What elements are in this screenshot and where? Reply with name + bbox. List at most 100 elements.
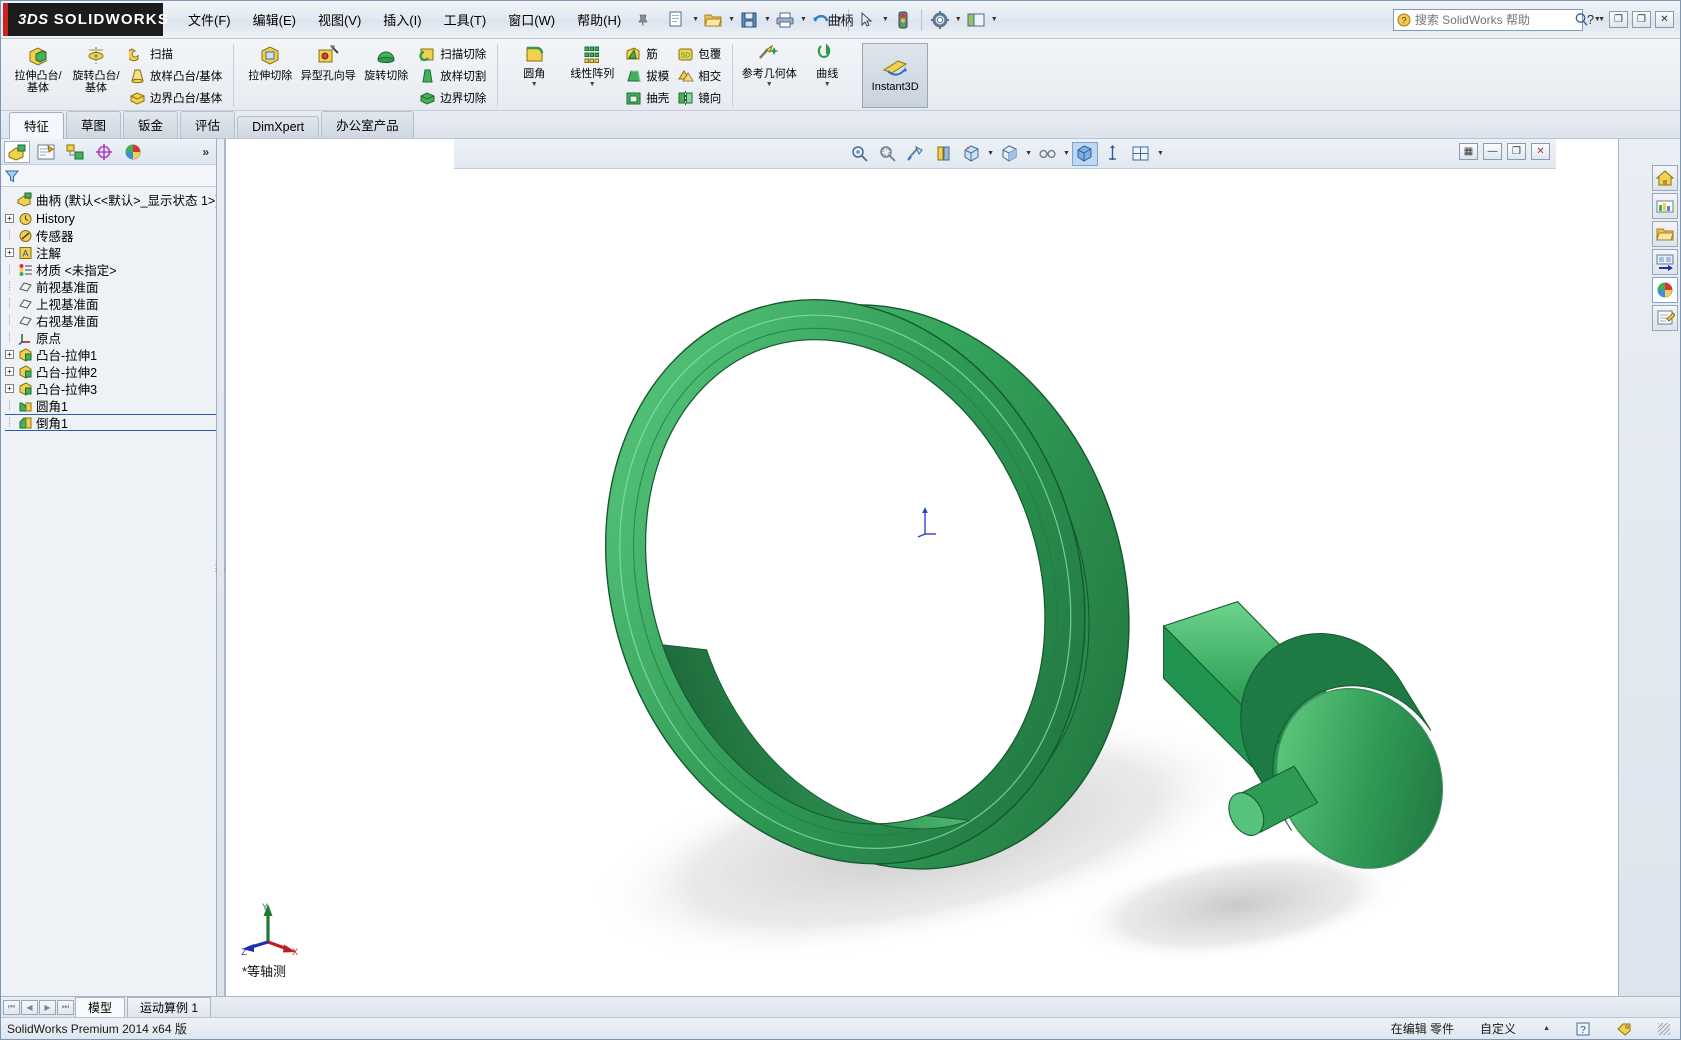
close-window-button[interactable]: ✕ — [1655, 11, 1674, 28]
revolve-boss-button[interactable]: 旋转凸台/基体 — [67, 41, 125, 94]
tree-node-origin[interactable]: ┊ 原点 — [5, 329, 216, 346]
boundary-cut-button[interactable]: 边界切除 — [415, 87, 490, 108]
draft-button[interactable]: 拔模 — [621, 65, 673, 86]
open-folder-icon[interactable] — [700, 7, 726, 33]
tree-node-sensors[interactable]: ┊ 传感器 — [5, 227, 216, 244]
undo-arrow-icon[interactable] — [808, 7, 834, 33]
previous-view-icon[interactable] — [902, 142, 928, 166]
scene-cube-icon[interactable] — [1071, 141, 1098, 166]
chevron-down-icon[interactable]: ▼ — [505, 81, 563, 88]
boundary-boss-button[interactable]: 边界凸台/基体 — [125, 87, 226, 108]
chevron-down-icon[interactable]: ▼ — [764, 16, 771, 23]
previous-tab-button[interactable]: ◀ — [21, 999, 38, 1015]
tree-node-annotations[interactable]: + A 注解 — [5, 244, 216, 261]
menu-item-window[interactable]: 窗口(W) — [497, 7, 566, 32]
chevron-down-icon[interactable]: ▼ — [882, 16, 889, 23]
menu-item-tools[interactable]: 工具(T) — [433, 7, 498, 32]
chevron-down-icon[interactable]: ▼ — [1025, 150, 1032, 157]
restore-window-button[interactable]: ❐ — [1609, 11, 1628, 28]
tree-node-top-plane[interactable]: ┊ 上视基准面 — [5, 295, 216, 312]
dimxpert-icon[interactable] — [91, 141, 117, 163]
tree-node-boss-extrude2[interactable]: + 凸台-拉伸2 — [5, 363, 216, 380]
chevron-down-icon[interactable]: ▼ — [1598, 16, 1605, 23]
next-tab-button[interactable]: ▶ — [39, 999, 56, 1015]
pushpin-icon[interactable] — [636, 13, 654, 27]
chevron-down-icon[interactable]: ▼ — [1063, 150, 1070, 157]
design-library-icon[interactable] — [1652, 193, 1678, 219]
configuration-icon[interactable] — [62, 141, 88, 163]
cursor-arrow-icon[interactable] — [854, 7, 880, 33]
help-search-box[interactable]: ? ▼ — [1392, 8, 1601, 31]
menu-item-insert[interactable]: 插入(I) — [372, 7, 432, 32]
printer-icon[interactable] — [772, 7, 798, 33]
expand-toggle[interactable]: + — [5, 350, 14, 359]
tree-node-fillet1[interactable]: ┊ 圆角1 — [5, 397, 216, 414]
chevron-down-icon[interactable]: ▼ — [740, 81, 798, 88]
search-input[interactable] — [1414, 12, 1570, 27]
chevron-down-icon[interactable]: ▼ — [955, 16, 962, 23]
menu-item-help[interactable]: 帮助(H) — [566, 7, 632, 32]
tab-features[interactable]: 特征 — [9, 112, 65, 139]
chevron-down-icon[interactable]: ▼ — [836, 16, 843, 23]
rib-button[interactable]: 筋 — [621, 43, 673, 64]
status-custom-units[interactable]: 自定义 — [1480, 1020, 1516, 1037]
tree-root-node[interactable]: 曲柄 (默认<<默认>_显示状态 1>) — [5, 191, 216, 208]
tree-node-boss-extrude3[interactable]: + 凸台-拉伸3 — [5, 380, 216, 397]
panel-icon[interactable] — [963, 7, 989, 33]
mirror-button[interactable]: 镜向 — [673, 87, 725, 108]
sweep-cut-button[interactable]: 扫描切除 — [415, 43, 490, 64]
tile-icon[interactable]: ▦ — [1459, 143, 1478, 160]
model-canvas[interactable] — [226, 169, 1618, 996]
zoom-fit-icon[interactable] — [846, 142, 872, 166]
feature-tree-icon[interactable] — [4, 140, 30, 163]
linear-pattern-button[interactable]: 线性阵列 ▼ — [563, 41, 621, 88]
chevron-down-icon[interactable]: ▼ — [800, 16, 807, 23]
hole-wizard-button[interactable]: 异型孔向导 — [299, 41, 357, 82]
revolve-cut-button[interactable]: 旋转切除 — [357, 41, 415, 82]
traffic-light-icon[interactable] — [890, 7, 916, 33]
first-tab-button[interactable]: ⏮ — [3, 999, 20, 1015]
tree-node-material[interactable]: ┊ 材质 <未指定> — [5, 261, 216, 278]
shell-button[interactable]: 抽壳 — [621, 87, 673, 108]
tree-node-right-plane[interactable]: ┊ 右视基准面 — [5, 312, 216, 329]
chevron-down-icon[interactable]: ▼ — [991, 16, 998, 23]
expand-toggle[interactable]: + — [5, 367, 14, 376]
menu-item-file[interactable]: 文件(F) — [177, 7, 242, 32]
view-settings-icon[interactable] — [1100, 142, 1126, 166]
glasses-icon[interactable] — [1034, 142, 1060, 166]
tree-node-history[interactable]: + History — [5, 210, 216, 227]
status-help-icon[interactable]: ? — [1576, 1022, 1590, 1036]
loft-boss-button[interactable]: 放样凸台/基体 — [125, 65, 226, 86]
fillet-button[interactable]: 圆角 ▼ — [505, 41, 563, 88]
chevron-down-icon[interactable]: ▼ — [563, 81, 621, 88]
tab-office-products[interactable]: 办公室产品 — [321, 111, 414, 138]
expand-toggle[interactable]: + — [5, 248, 14, 257]
view-orientation-icon[interactable] — [958, 142, 984, 166]
menu-item-view[interactable]: 视图(V) — [307, 7, 372, 32]
chevron-down-icon[interactable]: ▼ — [728, 16, 735, 23]
zoom-area-icon[interactable] — [874, 142, 900, 166]
folder-icon[interactable] — [1652, 221, 1678, 247]
custom-properties-icon[interactable] — [1652, 305, 1678, 331]
chevron-up-icon[interactable]: ▲ — [1543, 1025, 1550, 1032]
menu-item-edit[interactable]: 编辑(E) — [242, 7, 307, 32]
chevron-down-icon[interactable]: ▼ — [1157, 150, 1164, 157]
section-view-icon[interactable] — [930, 142, 956, 166]
tab-evaluate[interactable]: 评估 — [180, 111, 236, 138]
reference-geometry-button[interactable]: 参考几何体 ▼ — [740, 41, 798, 88]
tree-node-boss-extrude1[interactable]: + 凸台-拉伸1 — [5, 346, 216, 363]
new-doc-icon[interactable] — [664, 7, 690, 33]
home-house-icon[interactable] — [1652, 165, 1678, 191]
expand-toggle[interactable]: + — [5, 214, 14, 223]
more-tabs-button[interactable]: » — [202, 145, 213, 159]
chevron-down-icon[interactable]: ▼ — [987, 150, 994, 157]
wrap-button[interactable]: SD 包覆 — [673, 43, 725, 64]
tree-node-front-plane[interactable]: ┊ 前视基准面 — [5, 278, 216, 295]
property-manager-icon[interactable] — [33, 141, 59, 163]
tab-dimxpert[interactable]: DimXpert — [237, 116, 320, 138]
tab-sheetmetal[interactable]: 钣金 — [123, 111, 179, 138]
graphics-area[interactable]: ▼ ▼ ▼ ▼ ▦ — ❐ ✕ Y X Z *等轴测 — [225, 139, 1618, 996]
close-icon[interactable]: ✕ — [1531, 143, 1550, 160]
maximize-window-button[interactable]: ❐ — [1632, 11, 1651, 28]
resize-grip[interactable] — [1658, 1022, 1670, 1035]
